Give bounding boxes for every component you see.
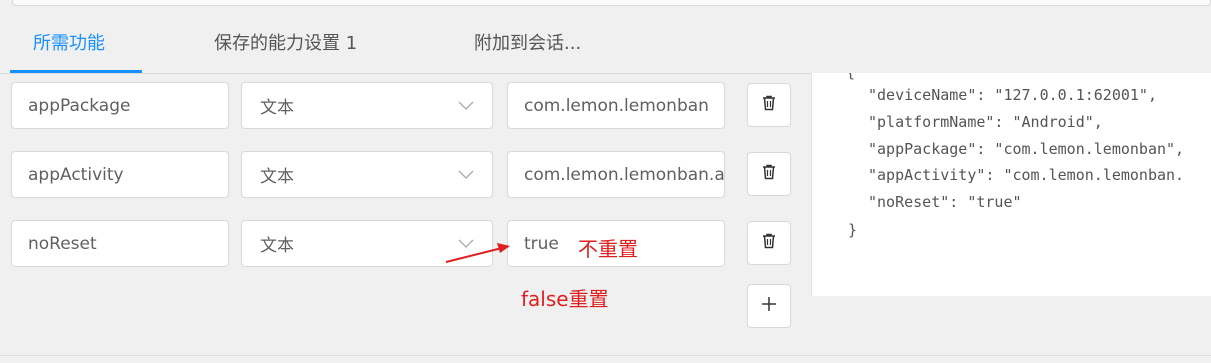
json-open-brace: { — [846, 73, 855, 81]
capability-value-input[interactable]: com.lemon.lemonban.a — [507, 151, 725, 198]
tab-bar: 所需功能 保存的能力设置 1 附加到会话... — [0, 15, 1211, 74]
capability-type-select[interactable]: 文本 — [241, 82, 493, 129]
trash-icon — [762, 95, 776, 115]
annotation-no-reset: 不重置 — [578, 237, 638, 261]
capability-name-value: appActivity — [28, 164, 124, 185]
active-tab-indicator — [10, 70, 142, 73]
capability-name-value: noReset — [28, 233, 97, 254]
delete-capability-button[interactable] — [747, 83, 791, 127]
capability-value-input[interactable]: com.lemon.lemonban — [507, 82, 725, 129]
capability-name-input[interactable]: appActivity — [11, 151, 229, 198]
capability-value-text: com.lemon.lemonban.a — [524, 164, 725, 185]
capability-type-value: 文本 — [260, 167, 294, 187]
capability-type-value: 文本 — [260, 98, 294, 118]
chevron-down-icon — [458, 165, 474, 185]
capability-type-value: 文本 — [260, 236, 294, 256]
json-line: "appPackage": "com.lemon.lemonban", — [868, 140, 1185, 158]
divider — [0, 355, 1211, 356]
tab-saved-capability-sets[interactable]: 保存的能力设置 1 — [214, 29, 357, 55]
json-line: "deviceName": "127.0.0.1:62001", — [868, 86, 1157, 104]
annotation-arrow — [445, 243, 510, 263]
trash-icon — [762, 233, 776, 253]
json-line: "noReset": "true" — [868, 193, 1022, 211]
annotation-false-reset: false重置 — [521, 287, 609, 311]
json-line: "appActivity": "com.lemon.lemonban. — [868, 166, 1185, 184]
capability-type-select[interactable]: 文本 — [241, 151, 493, 198]
delete-capability-button[interactable] — [747, 221, 791, 265]
top-panel-edge — [12, 0, 1211, 6]
capabilities-json-preview: { "deviceName": "127.0.0.1:62001", "plat… — [811, 73, 1211, 296]
capability-name-input[interactable]: appPackage — [11, 82, 229, 129]
add-capability-button[interactable] — [747, 284, 791, 328]
capability-name-input[interactable]: noReset — [11, 220, 229, 267]
trash-icon — [762, 164, 776, 184]
tab-attach-to-session[interactable]: 附加到会话... — [474, 29, 581, 55]
delete-capability-button[interactable] — [747, 152, 791, 196]
tab-desired-capabilities[interactable]: 所需功能 — [33, 29, 105, 55]
plus-icon — [761, 296, 777, 316]
capability-value-text: com.lemon.lemonban — [524, 95, 709, 116]
json-line: "platformName": "Android", — [868, 113, 1103, 131]
chevron-down-icon — [458, 96, 474, 116]
capability-value-text: true — [524, 233, 559, 254]
json-close-brace: } — [848, 221, 858, 239]
capability-name-value: appPackage — [28, 95, 131, 116]
